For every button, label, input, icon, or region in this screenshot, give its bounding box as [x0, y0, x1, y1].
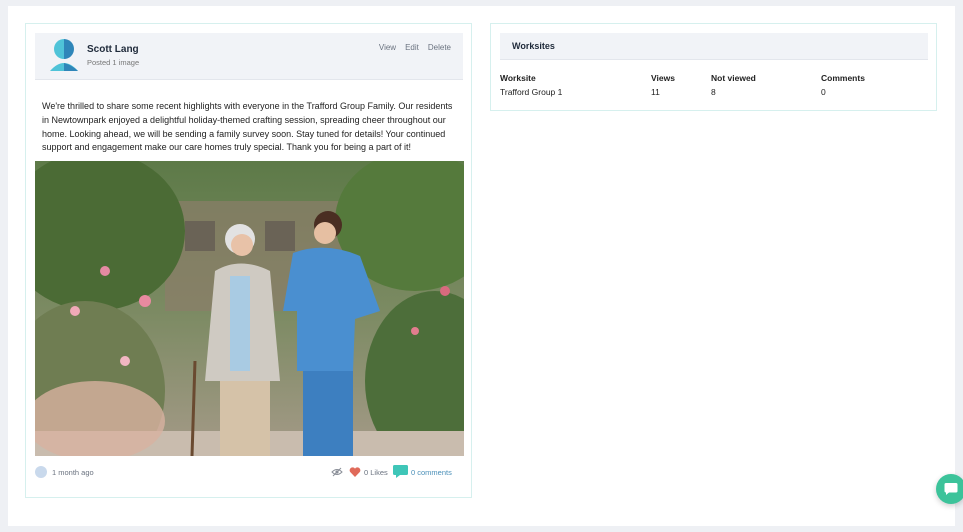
post-card: Scott Lang Posted 1 image View Edit Dele… [25, 23, 472, 498]
column-header: Not viewed [711, 73, 756, 83]
post-subtitle: Posted 1 image [87, 58, 140, 67]
worksites-card: Worksites Worksite Views Not viewed Comm… [490, 23, 937, 111]
worksites-title: Worksites [512, 41, 555, 51]
worksites-table: Worksite Views Not viewed Comments Traff… [500, 73, 928, 101]
worksite-cell: Trafford Group 1 [500, 87, 563, 97]
heart-icon[interactable] [349, 466, 361, 478]
column-header: Comments [821, 73, 865, 83]
comments-cell: 0 [821, 87, 826, 97]
comment-icon[interactable] [393, 465, 408, 478]
eye-off-icon[interactable] [331, 466, 343, 478]
post-body: We're thrilled to share some recent high… [42, 101, 453, 153]
author-name: Scott Lang [87, 44, 139, 55]
view-button[interactable]: View [379, 43, 396, 52]
post-time: 1 month ago [52, 468, 94, 477]
views-cell: 11 [651, 87, 660, 97]
worksites-header: Worksites [500, 33, 928, 60]
delete-button[interactable]: Delete [428, 43, 451, 52]
post-footer: 1 month ago 0 Likes 0 comments [35, 464, 464, 482]
comments-count[interactable]: 0 comments [411, 468, 452, 477]
clock-icon [35, 466, 47, 478]
not-viewed-cell: 8 [711, 87, 716, 97]
post-image[interactable] [35, 161, 464, 456]
chat-button[interactable] [936, 474, 963, 504]
column-header: Worksite [500, 73, 536, 83]
avatar-logo-icon [50, 39, 78, 71]
edit-button[interactable]: Edit [405, 43, 419, 52]
post-actions: View Edit Delete [379, 43, 451, 52]
page: Scott Lang Posted 1 image View Edit Dele… [8, 6, 955, 526]
chat-icon [944, 483, 958, 495]
column-header: Views [651, 73, 675, 83]
post-header: Scott Lang Posted 1 image View Edit Dele… [35, 33, 463, 80]
table-header-row: Worksite Views Not viewed Comments [500, 73, 928, 87]
likes-count[interactable]: 0 Likes [364, 468, 388, 477]
table-row: Trafford Group 1 11 8 0 [500, 87, 928, 101]
